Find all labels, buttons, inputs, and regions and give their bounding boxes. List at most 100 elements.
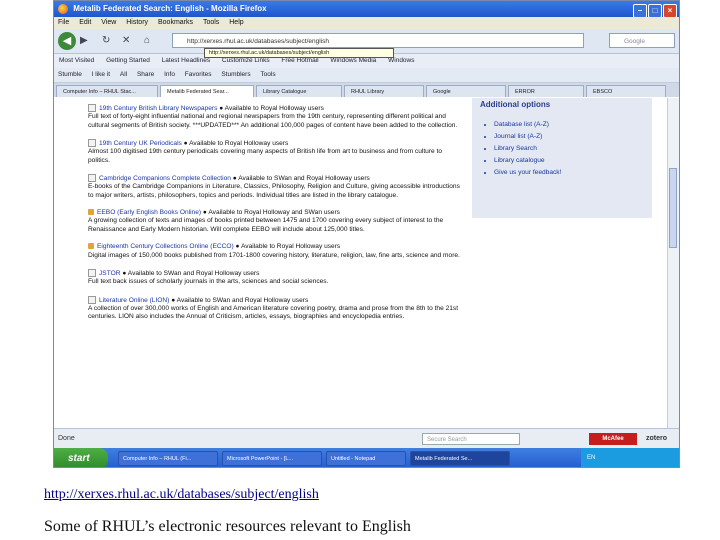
bookmark-item[interactable]: Windows Media — [330, 57, 376, 64]
list-item: 19th Century UK Periodicals ● Available … — [88, 138, 443, 164]
firefox-icon — [58, 4, 68, 14]
mcafee-badge[interactable]: McAfee — [589, 433, 637, 445]
back-button[interactable]: ◀ — [58, 32, 76, 50]
sidebar-item-library-catalogue[interactable]: Library catalogue — [494, 155, 652, 167]
taskbar-button[interactable]: Untitled - Notepad — [326, 451, 406, 466]
bookmark-item[interactable]: Getting Started — [106, 57, 150, 64]
additional-options-panel: Additional options Database list (A-Z) J… — [472, 98, 652, 218]
database-link[interactable]: EEBO (Early English Books Online) — [97, 209, 201, 216]
checkbox[interactable] — [88, 268, 96, 277]
toolbar-item[interactable]: I like it — [92, 71, 110, 78]
database-description: Digital images of 150,000 books publishe… — [88, 251, 460, 259]
access-note: Available to SWan and Royal Holloway use… — [127, 269, 260, 277]
secure-search-input[interactable]: Secure Search — [422, 433, 520, 445]
sidebar-item-database-list[interactable]: Database list (A-Z) — [494, 119, 652, 131]
menu-file[interactable]: File — [58, 19, 69, 26]
bookmark-item[interactable]: Windows — [388, 57, 414, 64]
toolbar-item[interactable]: Info — [164, 71, 175, 78]
sidebar-item-feedback[interactable]: Give us your feedback! — [494, 167, 652, 179]
sidebar-item-journal-list[interactable]: Journal list (A-Z) — [494, 131, 652, 143]
taskbar-button[interactable]: Computer Info – RHUL (Fi... — [118, 451, 218, 466]
maximize-button[interactable]: □ — [648, 4, 662, 18]
menu-history[interactable]: History — [126, 19, 148, 26]
language-indicator[interactable]: EN — [587, 455, 595, 461]
database-link[interactable]: Cambridge Companions Complete Collection — [99, 175, 231, 182]
sidebar-item-library-search[interactable]: Library Search — [494, 143, 652, 155]
database-description: Almost 100 digitised 19th century period… — [88, 148, 443, 164]
bookmark-item[interactable]: Customize Links — [222, 57, 270, 64]
url-input[interactable]: http://xerxes.rhul.ac.uk/databases/subje… — [172, 33, 584, 48]
page-content: 19th Century British Library Newspapers … — [54, 98, 679, 428]
tab[interactable]: Google — [426, 85, 506, 97]
tab[interactable]: Computer Info – RHUL Stac... — [56, 85, 158, 97]
tab-strip: Computer Info – RHUL Stac... Metalib Fed… — [54, 83, 679, 97]
home-icon[interactable]: ⌂ — [144, 35, 150, 46]
toolbar-item[interactable]: Favorites — [185, 71, 212, 78]
stumbleupon-toolbar: Stumble I like it All Share Info Favorit… — [54, 68, 679, 83]
database-link[interactable]: Literature Online (LION) — [99, 296, 169, 303]
list-item: JSTOR ● Available to SWan and Royal Holl… — [88, 268, 329, 286]
menu-tools[interactable]: Tools — [203, 19, 219, 26]
database-description: A growing collection of texts and images… — [88, 217, 444, 233]
tab[interactable]: EBSCO — [586, 85, 666, 97]
list-item: EEBO (Early English Books Online) ● Avai… — [88, 208, 444, 233]
start-button[interactable]: start — [54, 448, 108, 467]
list-item: Cambridge Companions Complete Collection… — [88, 173, 460, 199]
access-note: Available to Royal Holloway and SWan use… — [208, 208, 340, 216]
database-description: Full text back issues of scholarly journ… — [88, 278, 329, 286]
access-note: Available to Royal Holloway users — [241, 243, 341, 251]
close-button[interactable]: × — [663, 4, 677, 18]
checkbox[interactable] — [88, 295, 96, 304]
browser-screenshot: Metalib Federated Search: English - Mozi… — [53, 0, 680, 468]
tab[interactable]: RHUL Library — [344, 85, 424, 97]
database-link[interactable]: JSTOR — [99, 270, 121, 277]
stop-icon[interactable]: ✕ — [122, 35, 130, 46]
window-title: Metalib Federated Search: English - Mozi… — [73, 4, 267, 13]
toolbar-item[interactable]: Tools — [260, 71, 275, 78]
access-note: Available to Royal Holloway users — [224, 104, 324, 112]
lock-icon — [88, 209, 94, 216]
tab-active[interactable]: Metalib Federated Sear... — [160, 85, 254, 97]
scrollbar-thumb[interactable] — [669, 168, 677, 248]
forward-button[interactable]: ▶ — [80, 35, 88, 46]
bookmark-item[interactable]: Most Visited — [59, 57, 94, 64]
zotero-button[interactable]: zotero — [646, 429, 667, 449]
toolbar-item[interactable]: Stumble — [58, 71, 82, 78]
reload-icon[interactable]: ↻ — [102, 35, 110, 46]
toolbar-item[interactable]: Stumblers — [221, 71, 250, 78]
checkbox[interactable] — [88, 173, 96, 182]
checkbox[interactable] — [88, 104, 96, 112]
windows-taskbar: start Computer Info – RHUL (Fi... Micros… — [54, 448, 679, 467]
menu-help[interactable]: Help — [229, 19, 243, 26]
database-description: E-books of the Cambridge Companions in L… — [88, 183, 460, 199]
search-input[interactable]: Google — [609, 33, 675, 48]
toolbar-item[interactable]: Share — [137, 71, 154, 78]
menu-bookmarks[interactable]: Bookmarks — [158, 19, 193, 26]
caption-url-link[interactable]: http://xerxes.rhul.ac.uk/databases/subje… — [44, 487, 319, 503]
url-tooltip: http://xerxes.rhul.ac.uk/databases/subje… — [204, 48, 394, 58]
taskbar-button-active[interactable]: Metalib Federated Se... — [410, 451, 510, 466]
minimize-button[interactable]: – — [633, 4, 647, 18]
menu-view[interactable]: View — [101, 19, 116, 26]
tab[interactable]: Library Catalogue — [256, 85, 342, 97]
list-item: Literature Online (LION) ● Available to … — [88, 295, 459, 321]
status-text: Done — [58, 435, 75, 442]
vertical-scrollbar[interactable] — [667, 98, 679, 428]
bookmark-item[interactable]: Latest Headlines — [162, 57, 210, 64]
menu-edit[interactable]: Edit — [79, 19, 91, 26]
tab[interactable]: ERROR — [508, 85, 584, 97]
system-tray: EN — [581, 448, 679, 467]
taskbar-button[interactable]: Microsoft PowerPoint - [L... — [222, 451, 322, 466]
checkbox[interactable] — [88, 138, 96, 147]
database-description: A collection of over 300,000 works of En… — [88, 304, 459, 321]
database-link[interactable]: 19th Century British Library Newspapers — [99, 105, 217, 112]
title-bar: Metalib Federated Search: English - Mozi… — [54, 1, 679, 18]
bookmark-item[interactable]: Free Hotmail — [281, 57, 318, 64]
toolbar-item[interactable]: All — [120, 71, 127, 78]
database-link[interactable]: Eighteenth Century Collections Online (E… — [97, 243, 234, 250]
access-note: Available to Royal Holloway users — [189, 139, 289, 147]
list-item: 19th Century British Library Newspapers … — [88, 104, 458, 129]
list-item: Eighteenth Century Collections Online (E… — [88, 243, 460, 259]
database-link[interactable]: 19th Century UK Periodicals — [99, 140, 182, 147]
access-note: Available to SWan and Royal Holloway use… — [176, 296, 309, 304]
